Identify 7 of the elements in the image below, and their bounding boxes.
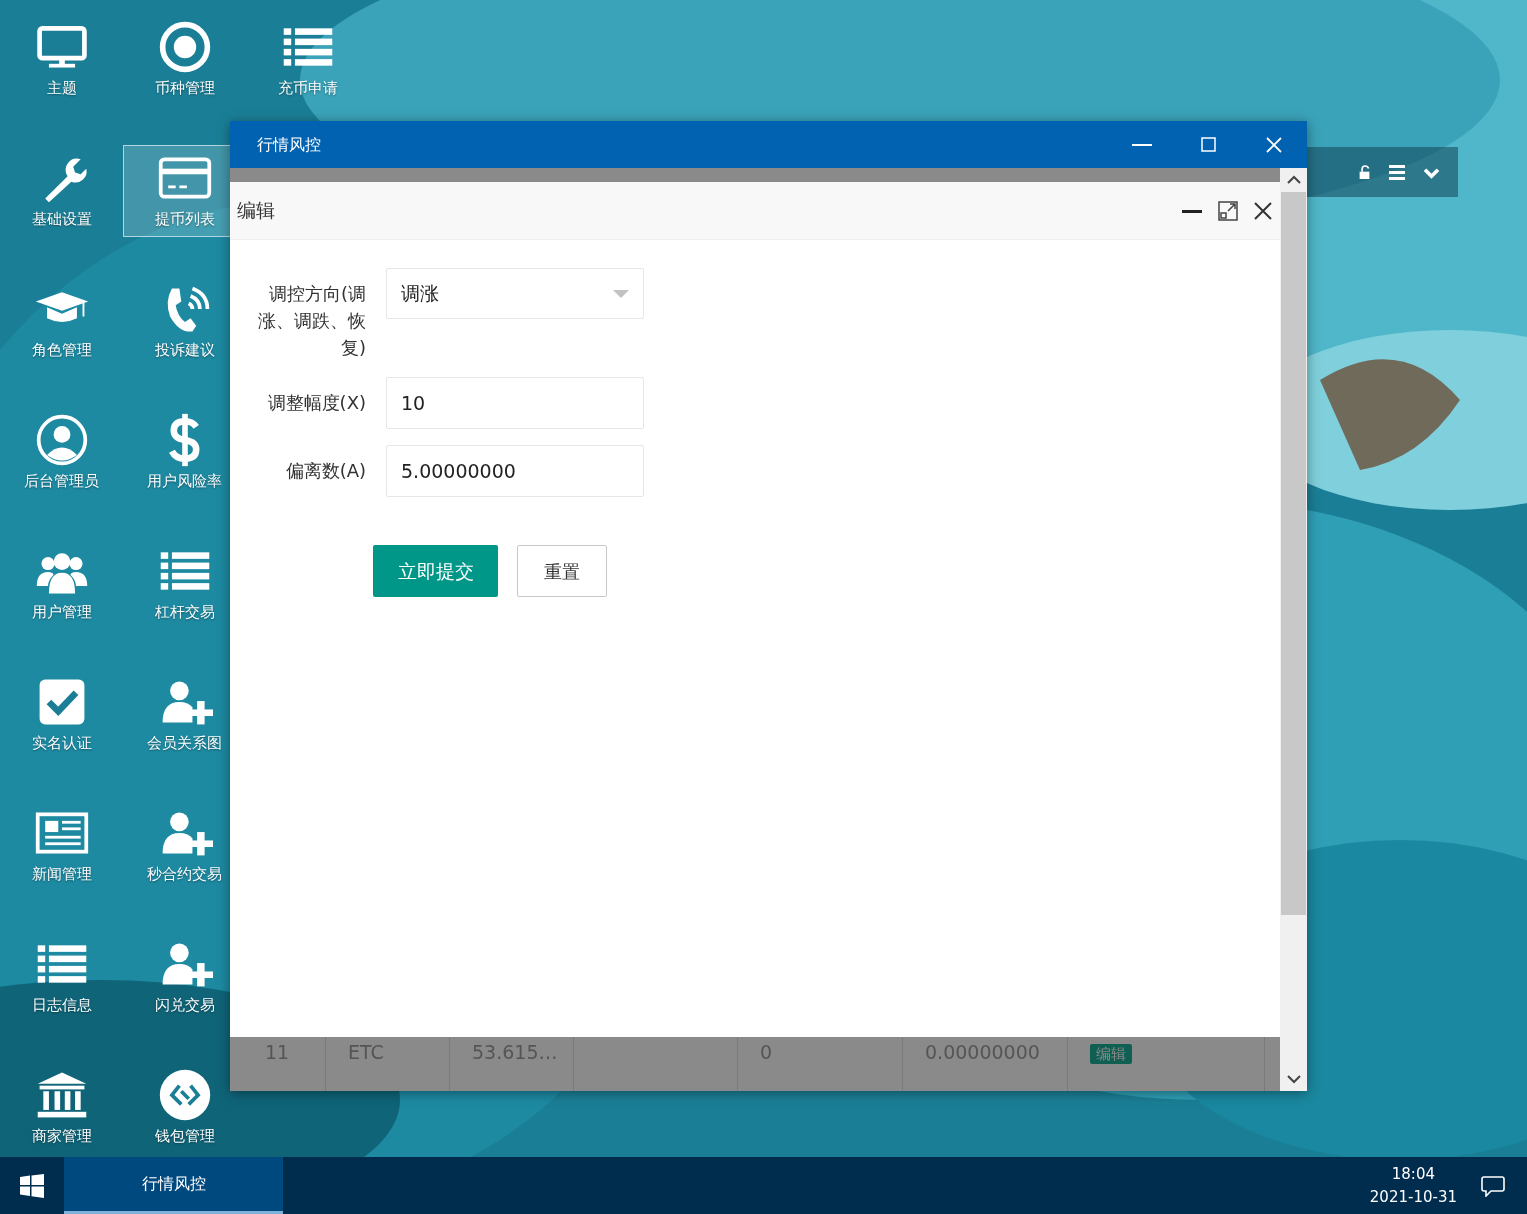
field-label: 调整幅度(X) [266,391,367,415]
field-label: 偏离数(A) [284,459,367,483]
clock-time: 18:04 [1390,1163,1436,1185]
dialog-title: 编辑 [237,198,276,224]
field-label: 调控方向(调涨、调跌、恢复) [257,282,367,360]
window-title: 行情风控 [257,133,322,156]
clock-date: 2021-10-31 [1369,1186,1457,1208]
